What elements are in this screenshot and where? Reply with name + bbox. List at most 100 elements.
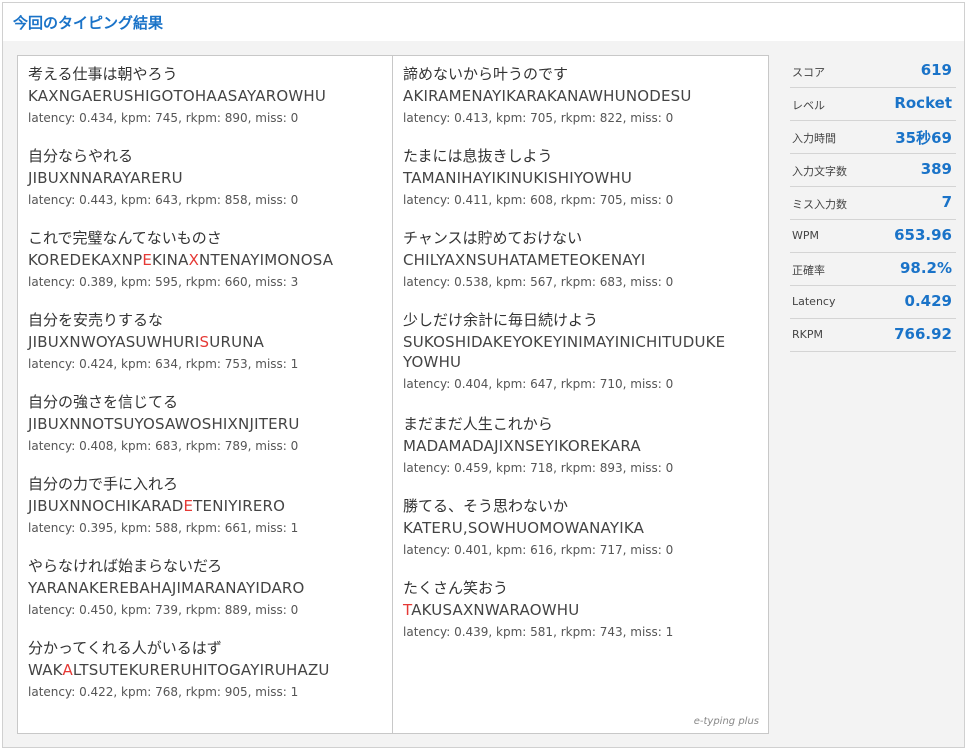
sentence-japanese: まだまだ人生これから bbox=[403, 415, 553, 433]
typed-text: CHILYAXNSUHATAMETEOKENAYI bbox=[403, 251, 646, 269]
typed-text: AKIRAMENAYIKARAKANAWHUNODESU bbox=[403, 87, 692, 105]
results-column-left: 考える仕事は朝やろう KAXNGAERUSHIGOTOHAASAYAROWHU la… bbox=[28, 64, 390, 720]
summary-label: RKPM bbox=[792, 328, 823, 341]
header: 今回のタイピング結果 bbox=[3, 3, 964, 42]
typed-text: YARANAKEREBAHAJIMARANAYIDARO bbox=[28, 579, 305, 597]
result-entry: 自分ならやれる JIBUXNNARAYARERU latency: 0.443, k… bbox=[28, 146, 390, 228]
summary-value: 35秒69 bbox=[895, 129, 952, 147]
miss-char: E bbox=[142, 251, 153, 269]
typed-text: TENIYIRERO bbox=[193, 497, 286, 515]
result-entry: 自分を安売りするな JIBUXNWOYASUWHURISURUNA latency:… bbox=[28, 310, 390, 392]
sentence-japanese: チャンスは貯めておけない bbox=[403, 229, 583, 247]
result-entry: 諦めないから叶うのです AKIRAMENAYIKARAKANAWHUNODESU l… bbox=[403, 64, 765, 146]
sentence-japanese: たくさん笑おう bbox=[403, 579, 509, 597]
summary-row: WPM 653.96 bbox=[790, 220, 956, 253]
sentence-romaji: CHILYAXNSUHATAMETEOKENAYI bbox=[403, 250, 765, 270]
sentence-romaji: YARANAKEREBAHAJIMARANAYIDARO bbox=[28, 578, 390, 598]
sentence-japanese: 勝てる、そう思わないか bbox=[403, 497, 569, 515]
sentence-stats: latency: 0.459, kpm: 718, rkpm: 893, mis… bbox=[403, 461, 674, 475]
summary-row: ミス入力数 7 bbox=[790, 187, 956, 220]
typed-text: WAK bbox=[28, 661, 63, 679]
sentence-stats: latency: 0.434, kpm: 745, rkpm: 890, mis… bbox=[28, 111, 299, 125]
sentence-stats: latency: 0.395, kpm: 588, rkpm: 661, mis… bbox=[28, 521, 299, 535]
sentence-japanese: 自分の力で手に入れろ bbox=[28, 475, 179, 493]
typed-text: KOREDEKAXNP bbox=[28, 251, 143, 269]
sentence-stats: latency: 0.404, kpm: 647, rkpm: 710, mis… bbox=[403, 377, 674, 391]
summary-label: 正確率 bbox=[792, 264, 825, 277]
typed-text: AKUSAXNWARAOWHU bbox=[411, 601, 580, 619]
miss-char: X bbox=[188, 251, 200, 269]
summary-label: レベル bbox=[792, 99, 825, 112]
typed-text: TAMANIHAYIKINUKISHIYOWHU bbox=[403, 169, 633, 187]
sentence-romaji: KAXNGAERUSHIGOTOHAASAYAROWHU bbox=[28, 86, 390, 106]
column-divider bbox=[392, 56, 393, 733]
summary-row: 入力時間 35秒69 bbox=[790, 121, 956, 154]
watermark: e-typing plus bbox=[693, 716, 759, 727]
sentence-japanese: 自分ならやれる bbox=[28, 147, 134, 165]
result-entry: まだまだ人生これから MADAMADAJIXNSEYIKOREKARA latenc… bbox=[403, 414, 765, 496]
sentence-romaji: TAMANIHAYIKINUKISHIYOWHU bbox=[403, 168, 765, 188]
sentence-japanese: 考える仕事は朝やろう bbox=[28, 65, 178, 83]
typed-text: LTSUTEKURERUHITOGAYIRUHAZU bbox=[72, 661, 330, 679]
sentence-romaji: KATERU,SOWHUOMOWANAYIKA bbox=[403, 518, 765, 538]
summary-row: スコア 619 bbox=[790, 55, 956, 88]
sentence-stats: latency: 0.401, kpm: 616, rkpm: 717, mis… bbox=[403, 543, 674, 557]
typed-text: YOWHU bbox=[403, 353, 462, 371]
sentence-stats: latency: 0.450, kpm: 739, rkpm: 889, mis… bbox=[28, 603, 299, 617]
summary-row: RKPM 766.92 bbox=[790, 319, 956, 352]
typed-text: SUKOSHIDAKEYOKEYINIMAYINICHITUDUKE bbox=[403, 333, 726, 351]
typed-text: JIBUXNWOYASUWHURI bbox=[28, 333, 200, 351]
result-entry: 考える仕事は朝やろう KAXNGAERUSHIGOTOHAASAYAROWHU la… bbox=[28, 64, 390, 146]
result-entry: 少しだけ余計に毎日続けよう SUKOSHIDAKEYOKEYINIMAYINICH… bbox=[403, 310, 765, 414]
summary-label: 入力時間 bbox=[792, 132, 836, 145]
sentence-romaji: WAKALTSUTEKURERUHITOGAYIRUHAZU bbox=[28, 660, 390, 680]
sentence-stats: latency: 0.422, kpm: 768, rkpm: 905, mis… bbox=[28, 685, 299, 699]
sentence-romaji: MADAMADAJIXNSEYIKOREKARA bbox=[403, 436, 765, 456]
result-entry: 自分の強さを信じてる JIBUXNNOTSUYOSAWOSHIXNJITERU la… bbox=[28, 392, 390, 474]
sentence-romaji: JIBUXNNOCHIKARADETENIYIRERO bbox=[28, 496, 390, 516]
result-entry: やらなければ始まらないだろ YARANAKEREBAHAJIMARANAYIDAR… bbox=[28, 556, 390, 638]
summary-value: 98.2% bbox=[899, 259, 952, 277]
typed-text: JIBUXNNOTSUYOSAWOSHIXNJITERU bbox=[28, 415, 300, 433]
summary-value: 389 bbox=[920, 160, 952, 178]
sentence-romaji: JIBUXNWOYASUWHURISURUNA bbox=[28, 332, 390, 352]
sentence-japanese: たまには息抜きしよう bbox=[403, 147, 553, 165]
sentence-stats: latency: 0.439, kpm: 581, rkpm: 743, mis… bbox=[403, 625, 674, 639]
sentence-japanese: やらなければ始まらないだろ bbox=[28, 557, 223, 575]
summary-label: Latency bbox=[792, 295, 836, 308]
typed-text: JIBUXNNARAYARERU bbox=[28, 169, 183, 187]
result-entry: 分かってくれる人がいるはず WAKALTSUTEKURERUHITOGAYIRUH… bbox=[28, 638, 390, 720]
summary-value: 7 bbox=[941, 193, 952, 211]
sentence-romaji: KOREDEKAXNPEKINAXNTENAYIMONOSA bbox=[28, 250, 390, 270]
results-panel: 考える仕事は朝やろう KAXNGAERUSHIGOTOHAASAYAROWHU la… bbox=[17, 55, 769, 734]
typed-text: KATERU,SOWHUOMOWANAYIKA bbox=[403, 519, 645, 537]
result-entry: これで完璧なんてないものさ KOREDEKAXNPEKINAXNTENAYIMON… bbox=[28, 228, 390, 310]
summary-value: 653.96 bbox=[894, 226, 952, 244]
sentence-japanese: 自分を安売りするな bbox=[28, 311, 164, 329]
sentence-romaji: AKIRAMENAYIKARAKANAWHUNODESU bbox=[403, 86, 765, 106]
miss-char: S bbox=[199, 333, 210, 351]
miss-char: A bbox=[62, 661, 73, 679]
miss-char: T bbox=[403, 601, 412, 619]
content-area: 考える仕事は朝やろう KAXNGAERUSHIGOTOHAASAYAROWHU la… bbox=[3, 41, 964, 747]
summary-row: 正確率 98.2% bbox=[790, 253, 956, 286]
result-entry: 勝てる、そう思わないか KATERU,SOWHUOMOWANAYIKA latenc… bbox=[403, 496, 765, 578]
result-entry: たまには息抜きしよう TAMANIHAYIKINUKISHIYOWHU latenc… bbox=[403, 146, 765, 228]
results-column-right: 諦めないから叶うのです AKIRAMENAYIKARAKANAWHUNODESU l… bbox=[403, 64, 765, 660]
typed-text: KINA bbox=[152, 251, 189, 269]
summary-value: Rocket bbox=[894, 94, 952, 112]
summary-row: レベル Rocket bbox=[790, 88, 956, 121]
results-window: 今回のタイピング結果 考える仕事は朝やろう KAXNGAERUSHIGOTOHAA… bbox=[2, 2, 965, 748]
sentence-japanese: 諦めないから叶うのです bbox=[403, 65, 569, 83]
summary-row: 入力文字数 389 bbox=[790, 154, 956, 187]
sentence-romaji: TAKUSAXNWARAOWHU bbox=[403, 600, 765, 620]
summary-label: ミス入力数 bbox=[792, 198, 847, 211]
sentence-japanese: 少しだけ余計に毎日続けよう bbox=[403, 311, 599, 329]
summary-value: 766.92 bbox=[894, 325, 952, 343]
summary-label: スコア bbox=[792, 66, 825, 79]
sentence-japanese: 分かってくれる人がいるはず bbox=[28, 639, 222, 657]
sentence-romaji: JIBUXNNOTSUYOSAWOSHIXNJITERU bbox=[28, 414, 390, 434]
summary-panel: スコア 619 レベル Rocket 入力時間 35秒69 入力文字数 389 ミス入力数 7 WP… bbox=[790, 55, 956, 352]
miss-char: E bbox=[183, 497, 194, 515]
result-entry: 自分の力で手に入れろ JIBUXNNOCHIKARADETENIYIRERO lat… bbox=[28, 474, 390, 556]
